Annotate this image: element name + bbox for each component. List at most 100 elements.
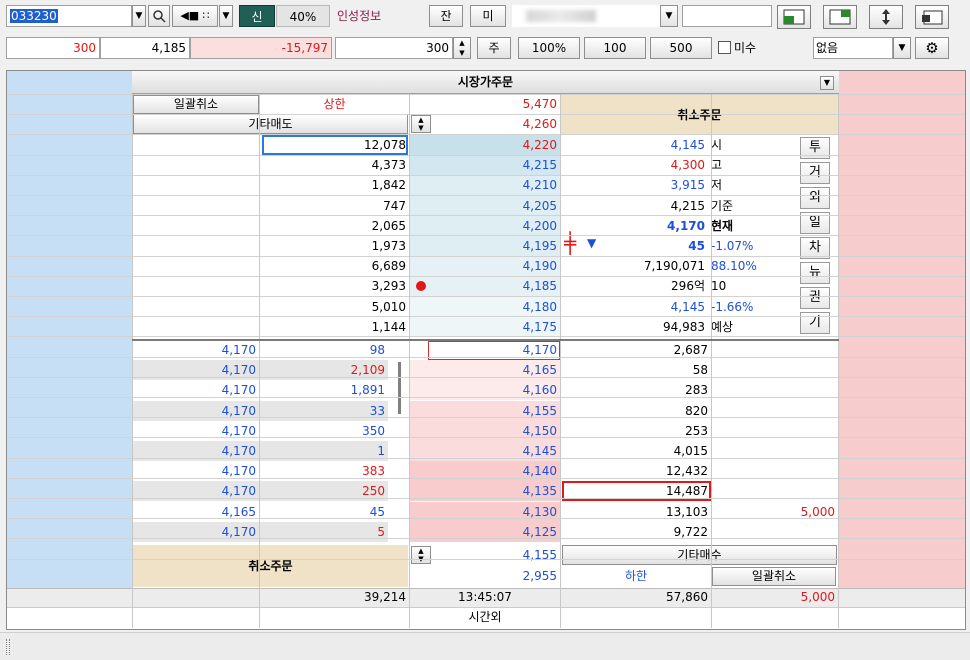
grid-row-line: [7, 114, 965, 115]
ask-qty[interactable]: 5,010: [260, 297, 409, 317]
qty-down-field[interactable]: 300: [6, 37, 100, 59]
other-sell-button[interactable]: 기타매도: [133, 114, 408, 134]
grid-col-line: [560, 94, 561, 628]
ask-price[interactable]: 4,215: [410, 155, 560, 176]
condition-select[interactable]: 없음: [813, 37, 893, 59]
ask-qty[interactable]: 4,373: [260, 155, 409, 175]
lower-limit-label: 하한: [624, 569, 648, 583]
stock-info-label[interactable]: 인성정보: [331, 5, 421, 27]
ask-price[interactable]: 4,175: [410, 316, 560, 337]
ask-price[interactable]: 4,205: [410, 195, 560, 216]
right-order-column[interactable]: [839, 71, 965, 588]
bulk-cancel-buy-button[interactable]: 일괄취소: [712, 567, 836, 586]
window-split-icon[interactable]: [823, 5, 857, 29]
grid-row-line: [7, 94, 965, 95]
grid-row-line: [7, 417, 965, 418]
ask-price[interactable]: 4,220: [410, 135, 560, 155]
shares-button[interactable]: 주: [477, 37, 511, 59]
ask-qty[interactable]: 1,842: [260, 175, 409, 195]
market-order-header[interactable]: 시장가주문: [132, 71, 839, 94]
cancel-order-top[interactable]: 취소주문: [561, 95, 838, 135]
password-input[interactable]: [682, 5, 772, 27]
price-field[interactable]: 4,185: [100, 37, 190, 59]
info-label-amount: 10: [711, 279, 727, 294]
ask-qty[interactable]: 2,065: [260, 216, 409, 236]
after-hours-label[interactable]: 시간외: [410, 607, 560, 627]
balance-button[interactable]: 잔: [429, 5, 463, 27]
other-sell-stepper[interactable]: ▲ ▼: [411, 115, 431, 133]
account-name-blurred: [512, 5, 660, 27]
grid-row-line: [7, 518, 965, 519]
ask-total: 39,214: [364, 590, 406, 604]
status-bar: [0, 632, 970, 660]
stock-code-input[interactable]: 033230: [6, 5, 132, 27]
condition-dropdown-button[interactable]: ▼: [893, 37, 911, 59]
order-qty-input[interactable]: 300: [335, 37, 453, 59]
ask-qty[interactable]: 747: [260, 196, 409, 216]
cross-marker-icon: ╪: [564, 231, 577, 255]
other-buy-button[interactable]: 기타매수: [562, 545, 837, 565]
grid-row-line: [7, 559, 965, 560]
qty-stepper[interactable]: ▲ ▼: [453, 37, 471, 59]
ask-price[interactable]: 4,200: [410, 215, 560, 236]
grid-row-line: [7, 296, 965, 297]
info-value-low: 3,915: [670, 178, 705, 193]
ask-qty[interactable]: 3,293: [260, 276, 409, 296]
down-triangle-icon: ▼: [587, 236, 597, 250]
cancel-order-bottom[interactable]: 취소주문: [133, 545, 408, 587]
ask-qty[interactable]: 1,144: [260, 317, 409, 337]
lower-total: 2,955: [522, 569, 557, 583]
grid-row-line: [7, 276, 965, 277]
settings-gear-icon[interactable]: ⚙: [915, 37, 949, 59]
speaker-dropdown-button[interactable]: ▼: [219, 5, 233, 27]
header-dropdown-button[interactable]: ▼: [820, 76, 834, 90]
layout-icon[interactable]: [777, 5, 811, 29]
credit-button[interactable]: 신: [239, 5, 275, 27]
ask-price[interactable]: 4,210: [410, 175, 560, 196]
ask-price[interactable]: 4,190: [410, 256, 560, 277]
code-dropdown-button[interactable]: ▼: [132, 5, 146, 27]
info-label-change: -1.07%: [711, 239, 754, 253]
left-order-column[interactable]: [7, 71, 132, 588]
resize-grip-icon[interactable]: [6, 639, 10, 655]
other-buy-stepper[interactable]: ▲▼: [411, 546, 431, 564]
side-tab-1[interactable]: 거: [800, 162, 830, 184]
ask-qty[interactable]: 1,973: [260, 236, 409, 256]
diff-field[interactable]: -15,797: [190, 37, 332, 59]
search-icon[interactable]: [148, 5, 170, 27]
account-dropdown-button[interactable]: ▼: [660, 5, 678, 27]
speaker-icon[interactable]: ◀■ ∷: [172, 5, 218, 27]
qty-500-button[interactable]: 500: [650, 37, 712, 59]
info-label-high: 고: [711, 158, 723, 173]
grid-row-line: [7, 538, 965, 539]
info-label-low: 저: [711, 178, 723, 193]
ask-price[interactable]: 4,185: [410, 276, 560, 297]
grid-col-line: [838, 94, 839, 628]
grid-row-line: [7, 336, 965, 337]
misu-checkbox[interactable]: [718, 41, 731, 54]
bulk-cancel-sell-button[interactable]: 일괄취소: [133, 95, 259, 114]
grid-row-line: [7, 377, 965, 378]
info-value-high: 4,300: [670, 158, 705, 173]
info-value-open: 4,145: [670, 138, 705, 152]
side-tab-5[interactable]: 뉴: [800, 262, 830, 284]
info-label-volume: 88.10%: [711, 259, 757, 274]
percent-100-button[interactable]: 100%: [518, 37, 580, 59]
info-value-expected_price: 4,145: [670, 299, 705, 314]
grid-row-line: [7, 498, 965, 499]
ask-price[interactable]: 4,195: [410, 236, 560, 256]
ask-qty[interactable]: 6,689: [260, 256, 409, 276]
unsettled-button[interactable]: 미: [470, 5, 506, 27]
ask-price[interactable]: 4,180: [410, 296, 560, 317]
expand-vertical-icon[interactable]: [869, 5, 903, 29]
grid-row-line: [7, 235, 965, 236]
grid-row-line: [7, 134, 965, 135]
side-tab-2[interactable]: 외: [800, 187, 830, 209]
side-tab-6[interactable]: 권: [800, 287, 830, 309]
info-label-open: 시: [711, 138, 723, 152]
info-value-current: 4,170: [667, 218, 705, 233]
tick-scrollbar[interactable]: [398, 362, 401, 414]
info-value-expected_vol: 94,983: [663, 319, 705, 334]
qty-100-button[interactable]: 100: [584, 37, 646, 59]
popup-window-icon[interactable]: [915, 5, 949, 29]
